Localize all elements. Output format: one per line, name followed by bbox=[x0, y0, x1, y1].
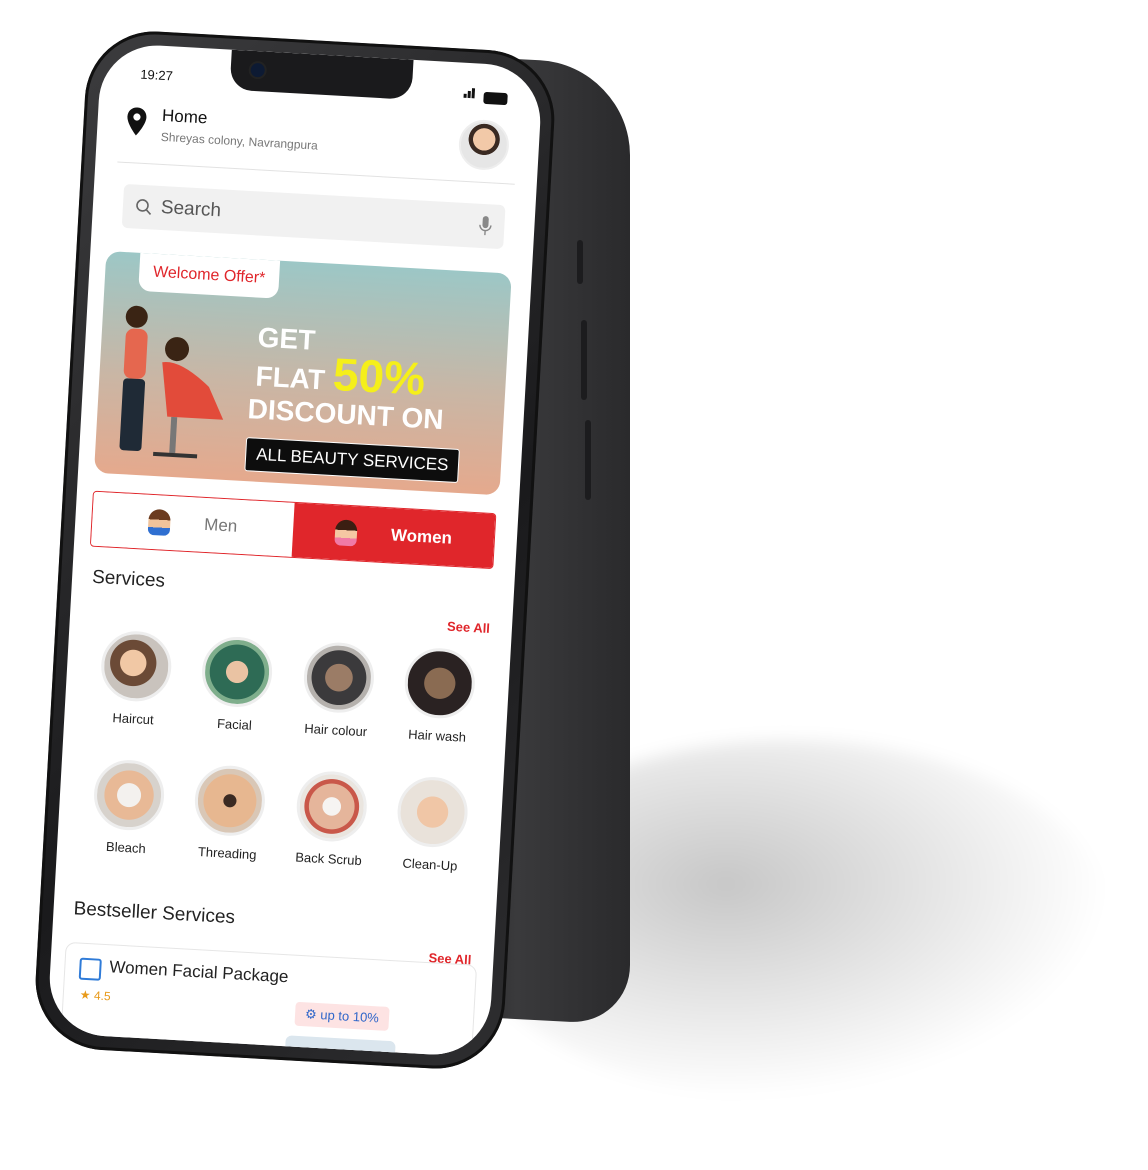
gender-toggle: Men Women bbox=[89, 490, 497, 570]
card-title: Women Facial Package bbox=[108, 957, 289, 987]
package-icon bbox=[78, 957, 102, 981]
service-label: Threading bbox=[197, 844, 257, 863]
bestseller-title: Bestseller Services bbox=[73, 898, 236, 929]
service-label: Haircut bbox=[112, 710, 155, 728]
services-see-all[interactable]: See All bbox=[447, 619, 491, 636]
phone-screen: 19:27 Home Shreyas colony, Navrangpura S… bbox=[46, 42, 544, 1058]
haircut-image bbox=[99, 629, 173, 704]
men-tab[interactable]: Men bbox=[90, 491, 295, 557]
hair-wash-image bbox=[403, 646, 477, 721]
microphone-icon[interactable] bbox=[478, 215, 493, 238]
signal-icon bbox=[463, 85, 476, 104]
volume-up-button bbox=[581, 320, 587, 400]
offer-line-services: ALL BEAUTY SERVICES bbox=[244, 437, 461, 484]
salon-illustration bbox=[119, 305, 224, 459]
offer-line-flat: FLAT 50% bbox=[254, 348, 427, 405]
service-threading[interactable]: Threading bbox=[176, 763, 283, 864]
welcome-offer-tag: Welcome Offer* bbox=[138, 252, 281, 299]
side-button bbox=[577, 240, 583, 284]
men-tab-label: Men bbox=[203, 514, 238, 536]
battery-icon bbox=[483, 91, 508, 106]
bleach-image bbox=[91, 758, 166, 833]
back-scrub-image bbox=[294, 769, 369, 844]
search-bar[interactable]: Search bbox=[121, 183, 506, 250]
service-label: Bleach bbox=[105, 838, 147, 857]
location-subtitle[interactable]: Shreyas colony, Navrangpura bbox=[160, 130, 318, 153]
women-tab[interactable]: Women bbox=[291, 502, 496, 569]
service-label: Hair wash bbox=[407, 726, 467, 745]
offer-percent: 50% bbox=[331, 347, 427, 405]
status-icons bbox=[463, 85, 508, 106]
search-input[interactable]: Search bbox=[160, 197, 479, 237]
percent-icon: ⚙ bbox=[304, 1006, 318, 1022]
volume-down-button bbox=[585, 420, 591, 500]
clean-up-image bbox=[395, 775, 470, 850]
service-hair-colour[interactable]: Hair colour bbox=[285, 640, 392, 741]
discount-badge: ⚙ up to 10% bbox=[294, 1001, 390, 1031]
threading-image bbox=[193, 763, 268, 838]
search-icon bbox=[136, 199, 152, 215]
camera-icon bbox=[248, 60, 268, 80]
service-clean-up[interactable]: Clean-Up bbox=[379, 774, 486, 875]
service-haircut[interactable]: Haircut bbox=[82, 629, 189, 730]
service-bleach[interactable]: Bleach bbox=[75, 757, 182, 858]
service-label: Facial bbox=[216, 715, 253, 733]
profile-avatar[interactable] bbox=[457, 118, 511, 172]
card-rating: ★ 4.5 bbox=[79, 988, 111, 1004]
service-label: Back Scrub bbox=[294, 849, 363, 869]
services-grid: Haircut Facial Hair colour Hair wash Ble… bbox=[75, 629, 493, 875]
rating-value: 4.5 bbox=[93, 988, 111, 1004]
women-tab-label: Women bbox=[390, 525, 453, 548]
welcome-offer-banner[interactable]: Welcome Offer* GET FLAT 50% DISCOUNT ON … bbox=[94, 251, 512, 496]
hair-colour-image bbox=[301, 640, 376, 715]
badge-text: up to 10% bbox=[319, 1007, 380, 1026]
star-icon: ★ bbox=[79, 987, 91, 1003]
service-back-scrub[interactable]: Back Scrub bbox=[277, 769, 384, 870]
phone-device: 19:27 Home Shreyas colony, Navrangpura S… bbox=[31, 27, 559, 1073]
woman-icon bbox=[334, 519, 358, 547]
facial-image bbox=[200, 635, 275, 709]
service-hair-wash[interactable]: Hair wash bbox=[386, 646, 493, 747]
service-label: Hair colour bbox=[303, 720, 368, 740]
service-label: Clean-Up bbox=[402, 855, 458, 874]
man-icon bbox=[147, 508, 171, 536]
services-title: Services bbox=[91, 566, 166, 592]
offer-line-get: GET bbox=[256, 321, 317, 356]
app-header: Home Shreyas colony, Navrangpura bbox=[117, 95, 519, 185]
location-pin-icon[interactable] bbox=[125, 106, 149, 137]
status-time: 19:27 bbox=[139, 66, 174, 84]
location-title[interactable]: Home bbox=[161, 106, 208, 129]
service-facial[interactable]: Facial bbox=[183, 634, 290, 735]
offer-flat-label: FLAT bbox=[254, 360, 326, 396]
